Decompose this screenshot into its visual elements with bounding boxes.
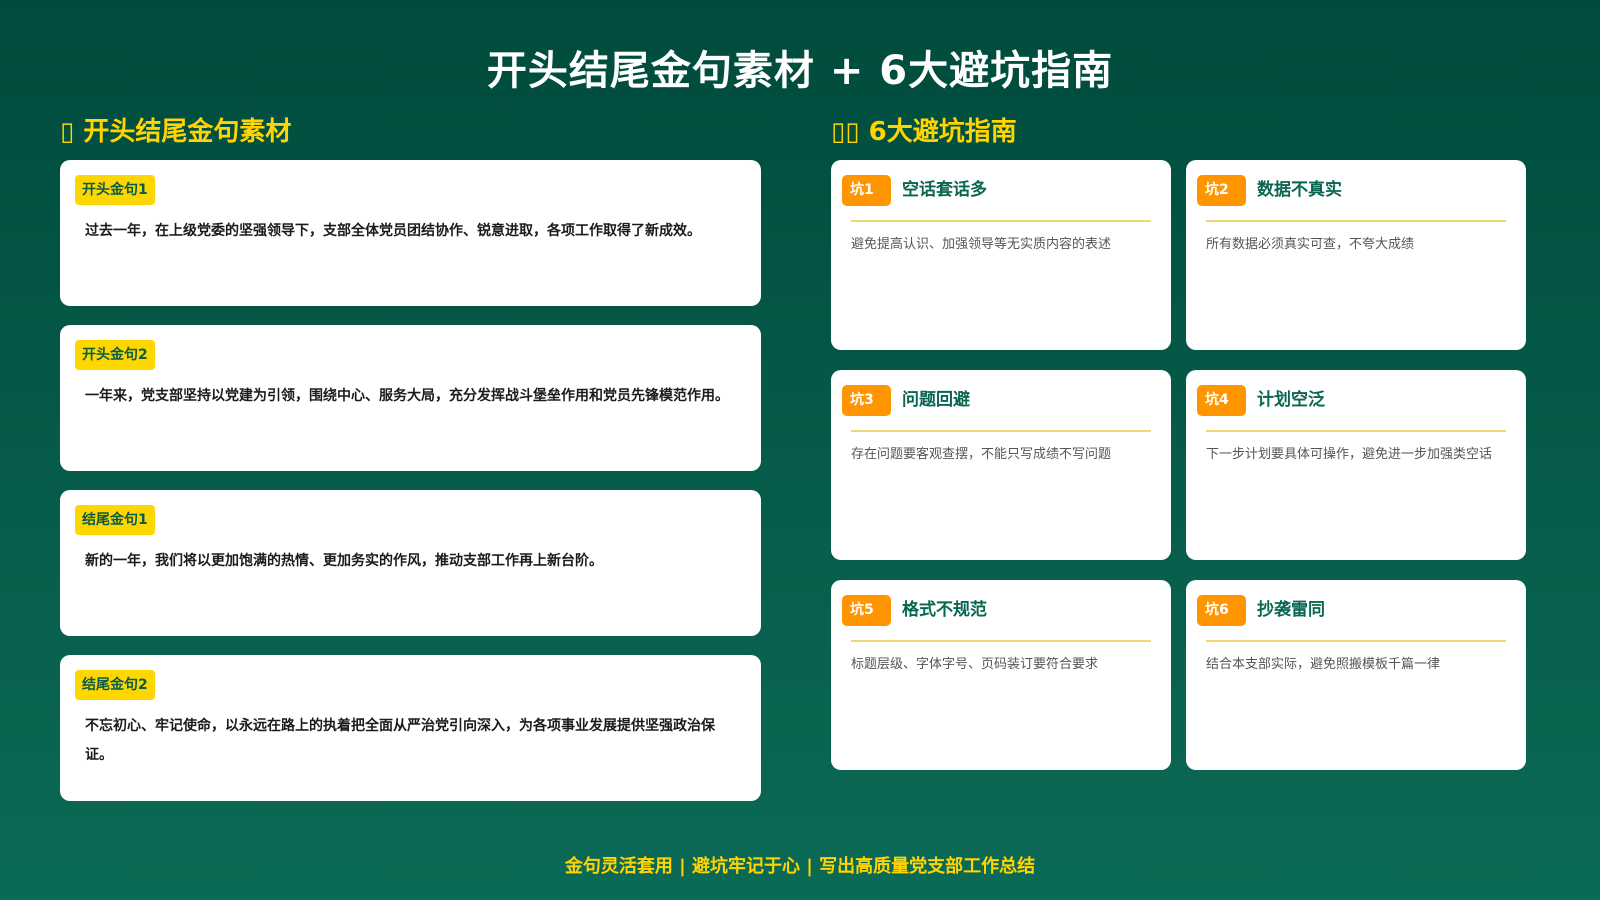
pit-divider bbox=[851, 430, 1151, 432]
quote-card-closing-1: 结尾金句1 新的一年，我们将以更加饱满的热情、更加务实的作风，推动支部工作再上新… bbox=[60, 490, 761, 636]
footer-slogan: 金句灵活套用 | 避坑牢记于心 | 写出高质量党支部工作总结 bbox=[564, 856, 1036, 877]
pitfalls-grid: 坑1 空话套话多 避免提高认识、加强领导等无实质内容的表述 坑2 数据不真实 所… bbox=[831, 160, 1526, 770]
quote-card-opening-1: 开头金句1 过去一年，在上级党委的坚强领导下，支部全体党员团结协作、锐意进取，各… bbox=[60, 160, 761, 306]
pitfalls-section-title: ▯▯ 6大避坑指南 bbox=[831, 117, 1017, 147]
page-title: 开头结尾金句素材 + 6大避坑指南 bbox=[486, 48, 1114, 94]
pit-title: 数据不真实 bbox=[1257, 180, 1342, 200]
pit-description: 结合本支部实际，避免照搬模板千篇一律 bbox=[1206, 657, 1441, 672]
pit-title: 抄袭雷同 bbox=[1257, 600, 1325, 620]
pit-card-1: 坑1 空话套话多 避免提高认识、加强领导等无实质内容的表述 bbox=[831, 160, 1171, 350]
pit-badge: 坑6 bbox=[1197, 595, 1246, 626]
pit-card-3: 坑3 问题回避 存在问题要客观查摆，不能只写成绩不写问题 bbox=[831, 370, 1171, 560]
pit-title: 计划空泛 bbox=[1257, 390, 1325, 410]
quote-tag: 结尾金句1 bbox=[75, 505, 155, 535]
pit-card-2: 坑2 数据不真实 所有数据必须真实可查，不夸大成绩 bbox=[1186, 160, 1526, 350]
pit-divider bbox=[1206, 430, 1506, 432]
pit-description: 避免提高认识、加强领导等无实质内容的表述 bbox=[851, 237, 1112, 252]
quotes-section-title: ▯ 开头结尾金句素材 bbox=[60, 117, 292, 147]
pit-badge: 坑4 bbox=[1197, 385, 1246, 416]
pit-description: 下一步计划要具体可操作，避免进一步加强类空话 bbox=[1206, 447, 1493, 462]
pit-badge: 坑1 bbox=[842, 175, 891, 206]
quotes-list: 开头金句1 过去一年，在上级党委的坚强领导下，支部全体党员团结协作、锐意进取，各… bbox=[60, 160, 761, 820]
pit-badge: 坑5 bbox=[842, 595, 891, 626]
pit-divider bbox=[1206, 640, 1506, 642]
quote-tag: 开头金句1 bbox=[75, 175, 155, 205]
pit-description: 存在问题要客观查摆，不能只写成绩不写问题 bbox=[851, 447, 1112, 462]
quote-text: 不忘初心、牢记使命，以永远在路上的执着把全面从严治党引向深入，为各项事业发展提供… bbox=[85, 718, 715, 763]
quote-card-opening-2: 开头金句2 一年来，党支部坚持以党建为引领，围绕中心、服务大局，充分发挥战斗堡垒… bbox=[60, 325, 761, 471]
quote-card-closing-2: 结尾金句2 不忘初心、牢记使命，以永远在路上的执着把全面从严治党引向深入，为各项… bbox=[60, 655, 761, 801]
pit-title: 格式不规范 bbox=[902, 600, 987, 620]
pit-card-5: 坑5 格式不规范 标题层级、字体字号、页码装订要符合要求 bbox=[831, 580, 1171, 770]
pit-divider bbox=[851, 640, 1151, 642]
quote-text: 过去一年，在上级党委的坚强领导下，支部全体党员团结协作、锐意进取，各项工作取得了… bbox=[85, 223, 701, 239]
pit-badge: 坑3 bbox=[842, 385, 891, 416]
pit-badge: 坑2 bbox=[1197, 175, 1246, 206]
pit-divider bbox=[1206, 220, 1506, 222]
quote-text: 一年来，党支部坚持以党建为引领，围绕中心、服务大局，充分发挥战斗堡垒作用和党员先… bbox=[85, 388, 729, 404]
pit-card-4: 坑4 计划空泛 下一步计划要具体可操作，避免进一步加强类空话 bbox=[1186, 370, 1526, 560]
pit-divider bbox=[851, 220, 1151, 222]
quote-tag: 结尾金句2 bbox=[75, 670, 155, 700]
pit-description: 所有数据必须真实可查，不夸大成绩 bbox=[1206, 237, 1415, 252]
pit-description: 标题层级、字体字号、页码装订要符合要求 bbox=[851, 657, 1099, 672]
pit-title: 空话套话多 bbox=[902, 180, 987, 200]
pit-card-6: 坑6 抄袭雷同 结合本支部实际，避免照搬模板千篇一律 bbox=[1186, 580, 1526, 770]
quote-tag: 开头金句2 bbox=[75, 340, 155, 370]
quote-text: 新的一年，我们将以更加饱满的热情、更加务实的作风，推动支部工作再上新台阶。 bbox=[85, 553, 603, 569]
pit-title: 问题回避 bbox=[902, 390, 970, 410]
